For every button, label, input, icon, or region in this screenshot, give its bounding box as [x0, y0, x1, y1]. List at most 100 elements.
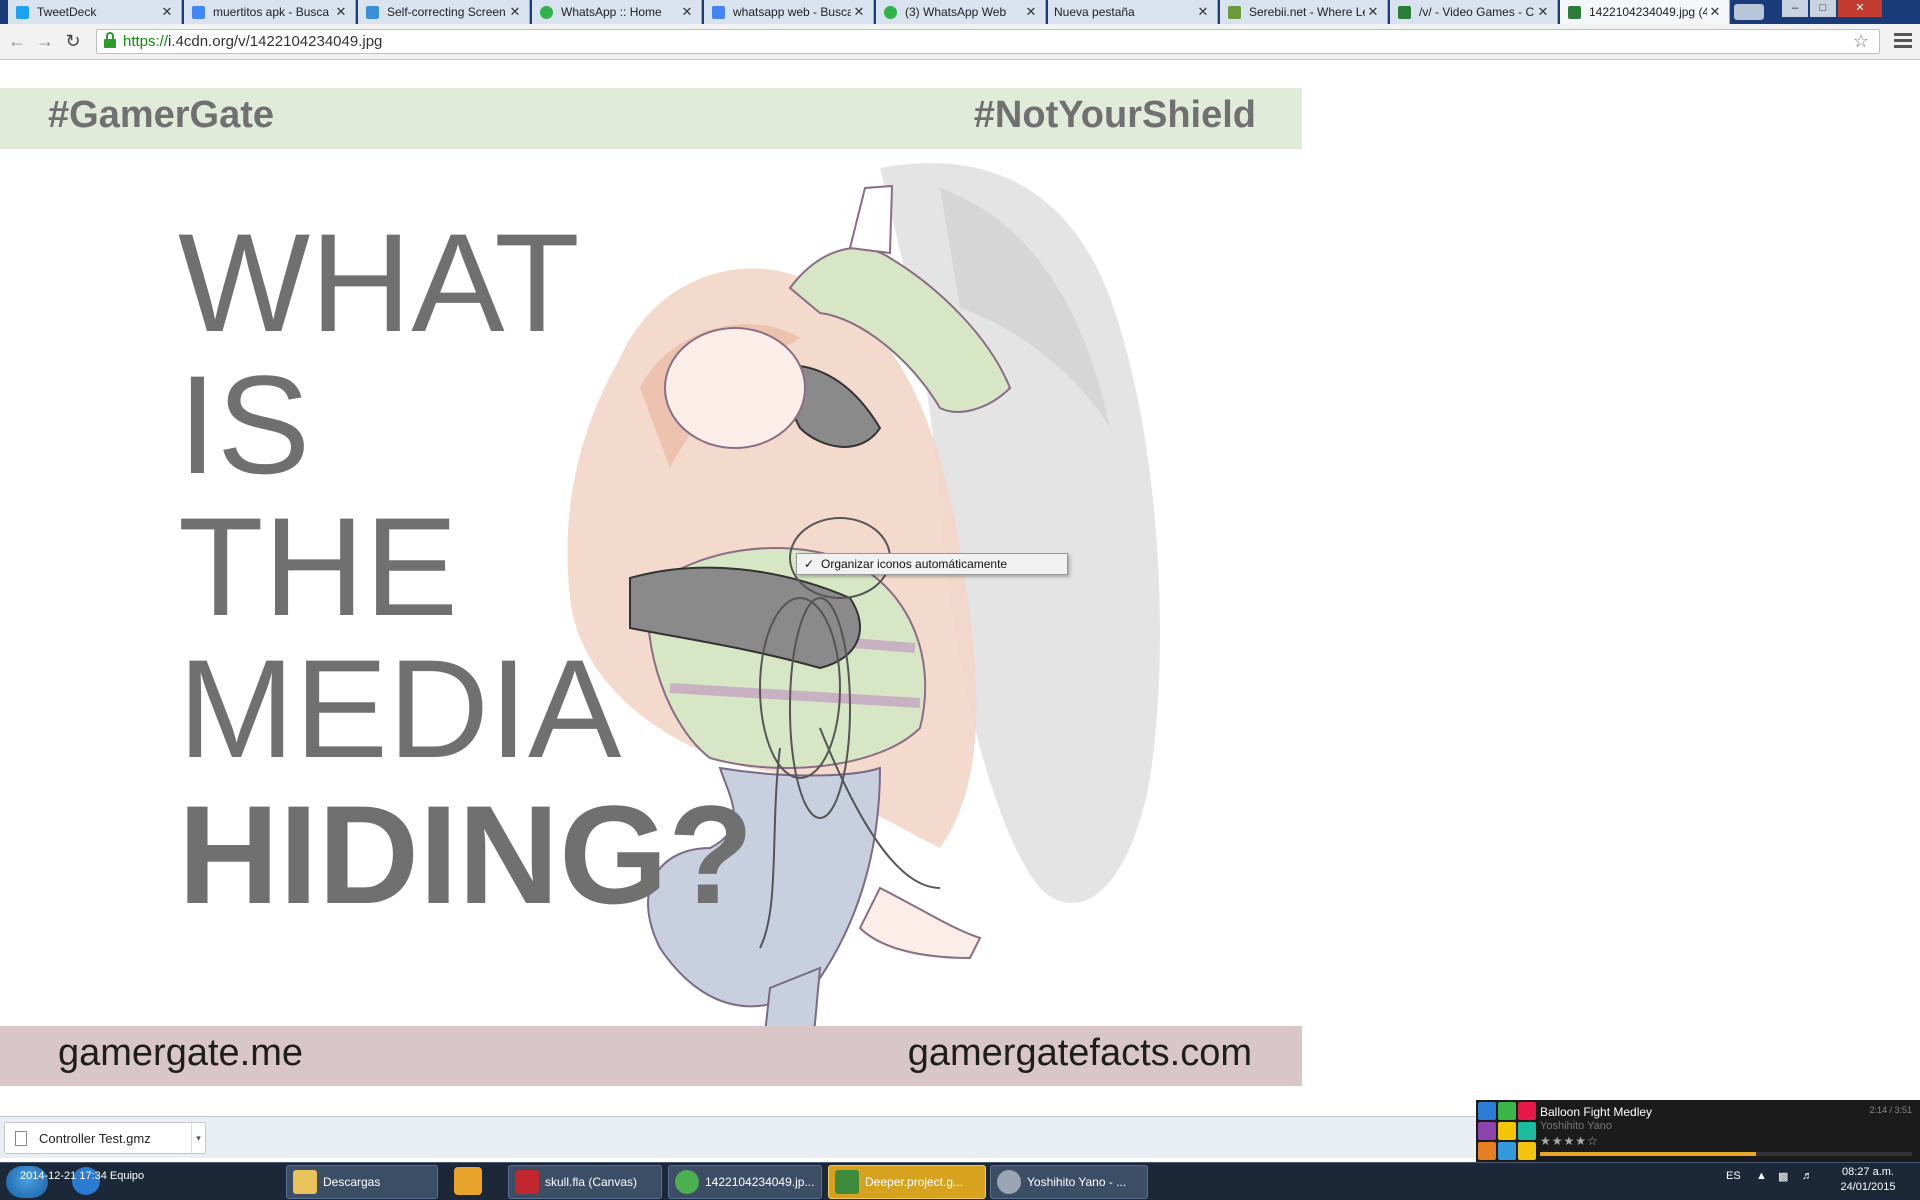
tab-new-tab[interactable]: Nueva pestaña ✕ [1048, 0, 1218, 24]
clock-time: 08:27 a.m. [1842, 1166, 1894, 1178]
download-item[interactable]: Controller Test.gmz ▾ [4, 1122, 206, 1154]
tab-serebii[interactable]: Serebii.net - Where Le ✕ [1220, 0, 1388, 24]
chrome-icon [675, 1170, 699, 1194]
page-viewport: #GamerGate #NotYourShield WHAT IS THE ME… [0, 60, 1920, 1116]
twitter-bird-icon [16, 5, 29, 19]
top-banner: #GamerGate #NotYourShield [0, 88, 1302, 149]
taskbar-label: Descargas [323, 1175, 381, 1189]
back-arrow-icon[interactable]: ← [6, 30, 28, 52]
clock-date: 24/01/2015 [1840, 1181, 1896, 1193]
minimize-button[interactable]: – [1782, 0, 1808, 17]
track-progress-bar[interactable] [1540, 1152, 1912, 1156]
track-artist: Yoshihito Yano [1540, 1120, 1612, 1132]
desktop-overlay-text: 2014-12-21 17:34 Equipo [20, 1170, 145, 1182]
close-icon[interactable]: ✕ [1365, 4, 1381, 20]
reload-icon[interactable]: ↻ [62, 30, 84, 52]
context-menu-item-auto-arrange[interactable]: ✓ Organizar iconos automáticamente [796, 553, 1068, 575]
hamburger-menu-icon[interactable] [1894, 30, 1912, 52]
taskbar-gamemaker[interactable]: Deeper.project.g... [828, 1165, 986, 1199]
windows-taskbar: Descargas skull.fla (Canvas) 14221042340… [0, 1162, 1920, 1200]
url-path: i.4cdn.org/v/1422104234049.jpg [168, 33, 383, 50]
foobar-icon [997, 1170, 1021, 1194]
site-gamergatefacts: gamergatefacts.com [907, 1032, 1252, 1074]
address-bar[interactable]: https:// i.4cdn.org/v/1422104234049.jpg … [96, 29, 1880, 54]
download-filename: Controller Test.gmz [39, 1130, 151, 1146]
tab-title: TweetDeck [37, 5, 97, 19]
lock-icon [103, 31, 117, 48]
tab-title: WhatsApp :: Home [561, 5, 662, 19]
close-icon[interactable]: ✕ [1535, 4, 1551, 20]
chevron-down-icon[interactable]: ▾ [191, 1123, 205, 1153]
tab-image-active[interactable]: 1422104234049.jpg (45 ✕ [1560, 0, 1730, 24]
hashtag-notyourshield: #NotYourShield [973, 94, 1256, 136]
browser-toolbar: ← → ↻ https:// i.4cdn.org/v/142210423404… [0, 24, 1920, 60]
flash-icon [515, 1170, 539, 1194]
tab-title: Serebii.net - Where Le [1249, 5, 1365, 19]
taskbar-label: Yoshihito Yano - ... [1027, 1175, 1127, 1189]
album-art-grid [1478, 1102, 1536, 1160]
maximize-button[interactable]: □ [1810, 0, 1836, 17]
media-player-pinned-icon[interactable] [454, 1167, 482, 1195]
network-icon[interactable]: ▩ [1778, 1170, 1788, 1183]
tab-title: Self-correcting Screen [387, 5, 506, 19]
taskbar-chrome[interactable]: 1422104234049.jp... [668, 1165, 822, 1199]
checkmark-icon: ✓ [803, 557, 815, 571]
taskbar-flash[interactable]: skull.fla (Canvas) [508, 1165, 662, 1199]
tab-whatsapp-home[interactable]: WhatsApp :: Home ✕ [532, 0, 702, 24]
whatsapp-icon [540, 5, 553, 19]
tab-strip: TweetDeck ✕ muertitos apk - Busca ✕ Self… [0, 0, 1920, 24]
close-icon[interactable]: ✕ [851, 4, 867, 20]
tab-title: whatsapp web - Busca [733, 5, 851, 19]
context-menu-label: Organizar iconos automáticamente [821, 557, 1008, 571]
url-scheme: https:// [123, 33, 169, 50]
tab-whatsapp-web[interactable]: (3) WhatsApp Web ✕ [876, 0, 1046, 24]
track-time: 2:14 / 3:51 [1869, 1105, 1912, 1115]
tab-muertitos-search[interactable]: muertitos apk - Busca ✕ [184, 0, 356, 24]
track-title: Balloon Fight Medley [1540, 1105, 1653, 1119]
tab-title: (3) WhatsApp Web [905, 5, 1007, 19]
close-window-button[interactable]: ✕ [1838, 0, 1882, 17]
close-icon[interactable]: ✕ [679, 4, 695, 20]
tab-self-correcting[interactable]: Self-correcting Screen ✕ [358, 0, 530, 24]
headline-line-4: MEDIA [178, 630, 622, 787]
show-hidden-icons[interactable]: ▲ [1756, 1170, 1767, 1182]
headline-hiding: HIDING? [178, 776, 754, 933]
taskbar-descargas[interactable]: Descargas [286, 1165, 438, 1199]
close-icon[interactable]: ✕ [159, 4, 175, 20]
close-icon[interactable]: ✕ [333, 4, 349, 20]
folder-icon [293, 1170, 317, 1194]
close-icon[interactable]: ✕ [1023, 4, 1039, 20]
track-progress-fill [1540, 1152, 1756, 1156]
bird-icon [366, 5, 379, 19]
bookmark-star-icon[interactable]: ☆ [1853, 31, 1869, 52]
tab-title: muertitos apk - Busca [213, 5, 330, 19]
taskbar-label: 1422104234049.jp... [705, 1175, 815, 1189]
new-tab-button[interactable] [1734, 4, 1764, 20]
close-icon[interactable]: ✕ [1195, 4, 1211, 20]
headline-line-2: IS [178, 346, 311, 503]
tab-title: Nueva pestaña [1054, 5, 1135, 19]
taskbar-label: Deeper.project.g... [865, 1175, 964, 1189]
tab-4chan-v[interactable]: /v/ - Video Games - C ✕ [1390, 0, 1558, 24]
site-gamergate-me: gamergate.me [58, 1032, 304, 1074]
tab-whatsapp-web-search[interactable]: whatsapp web - Busca ✕ [704, 0, 874, 24]
gamemaker-icon [835, 1170, 859, 1194]
system-clock[interactable]: 08:27 a.m. 24/01/2015 [1832, 1165, 1904, 1195]
language-indicator[interactable]: ES [1726, 1170, 1741, 1182]
serebii-icon [1228, 5, 1241, 19]
volume-icon[interactable]: ♬ [1802, 1170, 1813, 1182]
rating-stars[interactable]: ★★★★☆ [1540, 1134, 1599, 1148]
clover-icon [1398, 5, 1411, 19]
gamergate-poster-image: #GamerGate #NotYourShield WHAT IS THE ME… [0, 88, 1302, 1090]
close-icon[interactable]: ✕ [507, 4, 523, 20]
file-icon [15, 1130, 27, 1146]
forward-arrow-icon[interactable]: → [34, 30, 56, 52]
close-icon[interactable]: ✕ [1707, 4, 1723, 20]
poster-headline: WHAT IS THE MEDIA HIDING? [178, 212, 754, 926]
clover-icon [1568, 5, 1581, 19]
media-player-widget: Balloon Fight Medley Yoshihito Yano 2:14… [1476, 1100, 1920, 1162]
taskbar-foobar[interactable]: Yoshihito Yano - ... [990, 1165, 1148, 1199]
tab-tweetdeck[interactable]: TweetDeck ✕ [8, 0, 182, 24]
taskbar-label: skull.fla (Canvas) [545, 1175, 638, 1189]
google-g-icon [712, 5, 725, 19]
